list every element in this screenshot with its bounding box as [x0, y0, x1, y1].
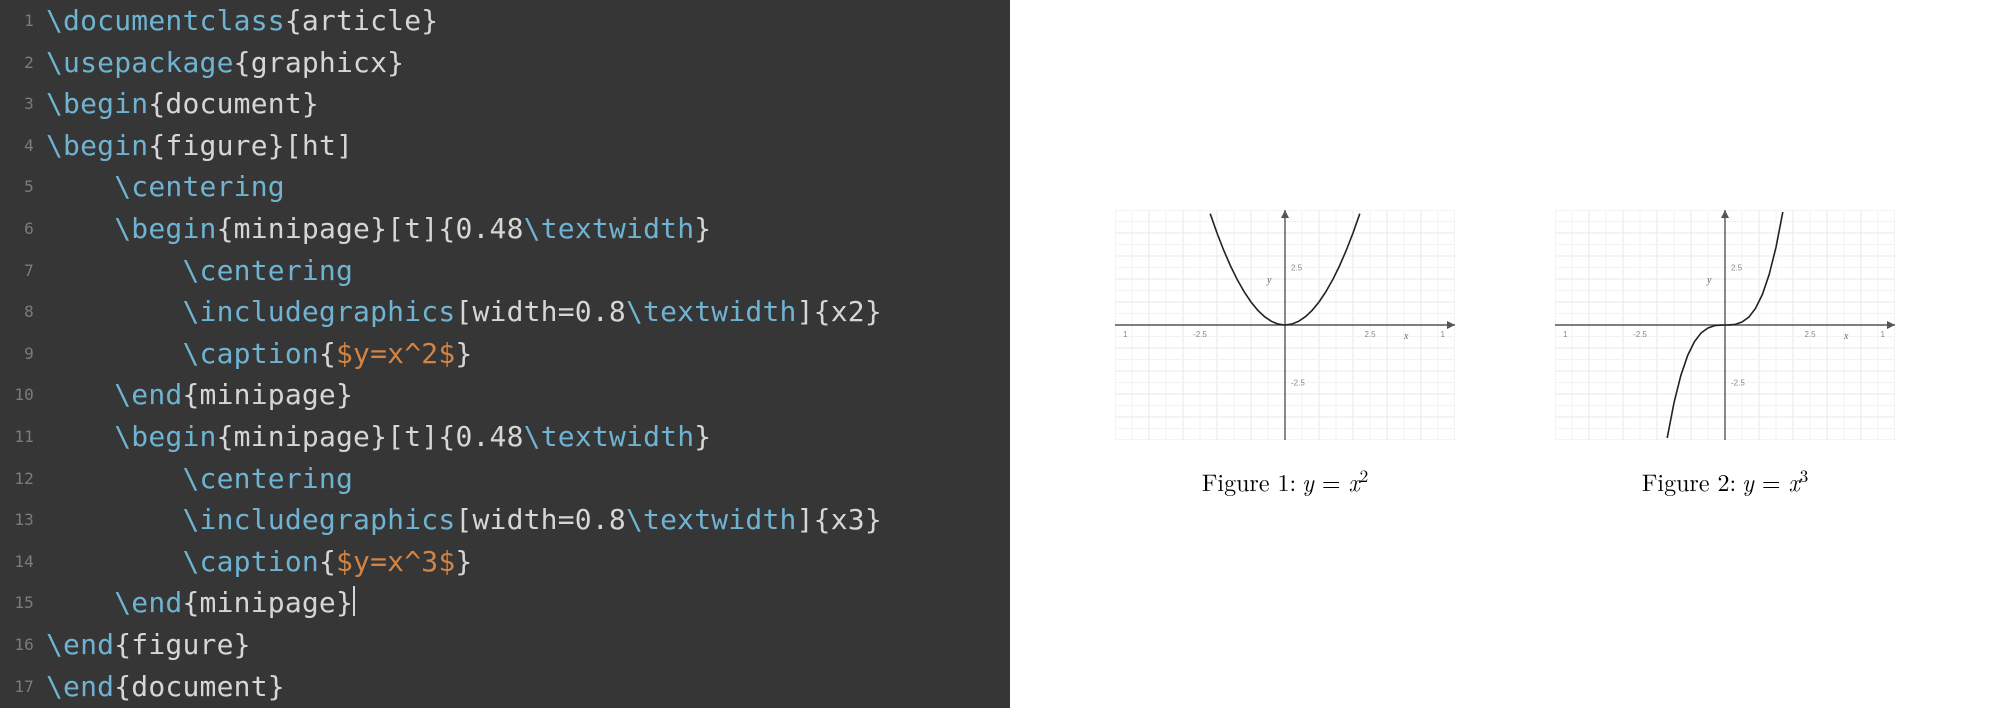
svg-text:-2.5: -2.5 [1193, 330, 1207, 339]
code-line[interactable]: \caption{$y=x^2$} [46, 333, 882, 375]
code-line[interactable]: \end{figure} [46, 624, 882, 666]
code-line[interactable]: \begin{figure}[ht] [46, 125, 882, 167]
code-line[interactable]: \includegraphics[width=0.8\textwidth]{x2… [46, 291, 882, 333]
code-line[interactable]: \end{minipage} [46, 582, 882, 624]
svg-text:-2.5: -2.5 [1731, 379, 1745, 388]
code-line[interactable]: \centering [46, 458, 882, 500]
svg-text:2.5: 2.5 [1364, 330, 1376, 339]
svg-text:1: 1 [1563, 330, 1568, 339]
svg-text:2.5: 2.5 [1731, 264, 1743, 273]
svg-text:x: x [1403, 331, 1409, 342]
caption-fig2: Figure 2: y = x3 [1642, 464, 1809, 498]
code-line[interactable]: \caption{$y=x^3$} [46, 541, 882, 583]
code-content[interactable]: \documentclass{article}\usepackage{graph… [46, 0, 882, 707]
code-line[interactable]: \usepackage{graphicx} [46, 42, 882, 84]
code-line[interactable]: \centering [46, 250, 882, 292]
svg-text:-2.5: -2.5 [1633, 330, 1647, 339]
caption-equation: y = x2 [1302, 464, 1368, 498]
latex-editor-pane[interactable]: 1234567891011121314151617 \documentclass… [0, 0, 1010, 708]
code-line[interactable]: \end{minipage} [46, 374, 882, 416]
svg-text:1: 1 [1881, 330, 1886, 339]
figure-row: -2.5 2.5 2.5 -2.5 1 1 y x Figure 1: y = x2 -2.5… [1095, 210, 1915, 498]
svg-text:x: x [1843, 331, 1849, 342]
plot-x-cubed: -2.5 2.5 2.5 -2.5 1 1 y x [1555, 210, 1895, 440]
minipage-fig1: -2.5 2.5 2.5 -2.5 1 1 y x Figure 1: y = x2 [1095, 210, 1475, 498]
svg-text:-2.5: -2.5 [1291, 379, 1305, 388]
svg-text:y: y [1706, 275, 1712, 286]
code-line[interactable]: \documentclass{article} [46, 0, 882, 42]
code-line[interactable]: \centering [46, 166, 882, 208]
svg-text:2.5: 2.5 [1291, 264, 1303, 273]
line-number-gutter: 1234567891011121314151617 [0, 0, 42, 708]
caption-equation: y = x3 [1742, 464, 1808, 498]
code-line[interactable]: \includegraphics[width=0.8\textwidth]{x3… [46, 499, 882, 541]
code-line[interactable]: \begin{minipage}[t]{0.48\textwidth} [46, 208, 882, 250]
svg-text:1: 1 [1123, 330, 1128, 339]
code-line[interactable]: \end{document} [46, 666, 882, 708]
caption-prefix: Figure 1: [1202, 464, 1296, 498]
svg-text:y: y [1266, 275, 1272, 286]
code-line[interactable]: \begin{minipage}[t]{0.48\textwidth} [46, 416, 882, 458]
plot-x-squared: -2.5 2.5 2.5 -2.5 1 1 y x [1115, 210, 1455, 440]
caption-fig1: Figure 1: y = x2 [1202, 464, 1369, 498]
svg-text:1: 1 [1441, 330, 1446, 339]
code-line[interactable]: \begin{document} [46, 83, 882, 125]
pdf-preview-pane: -2.5 2.5 2.5 -2.5 1 1 y x Figure 1: y = x2 -2.5… [1010, 0, 2000, 708]
svg-text:2.5: 2.5 [1804, 330, 1816, 339]
caption-prefix: Figure 2: [1642, 464, 1736, 498]
minipage-fig2: -2.5 2.5 2.5 -2.5 1 1 y x Figure 2: y = x3 [1535, 210, 1915, 498]
